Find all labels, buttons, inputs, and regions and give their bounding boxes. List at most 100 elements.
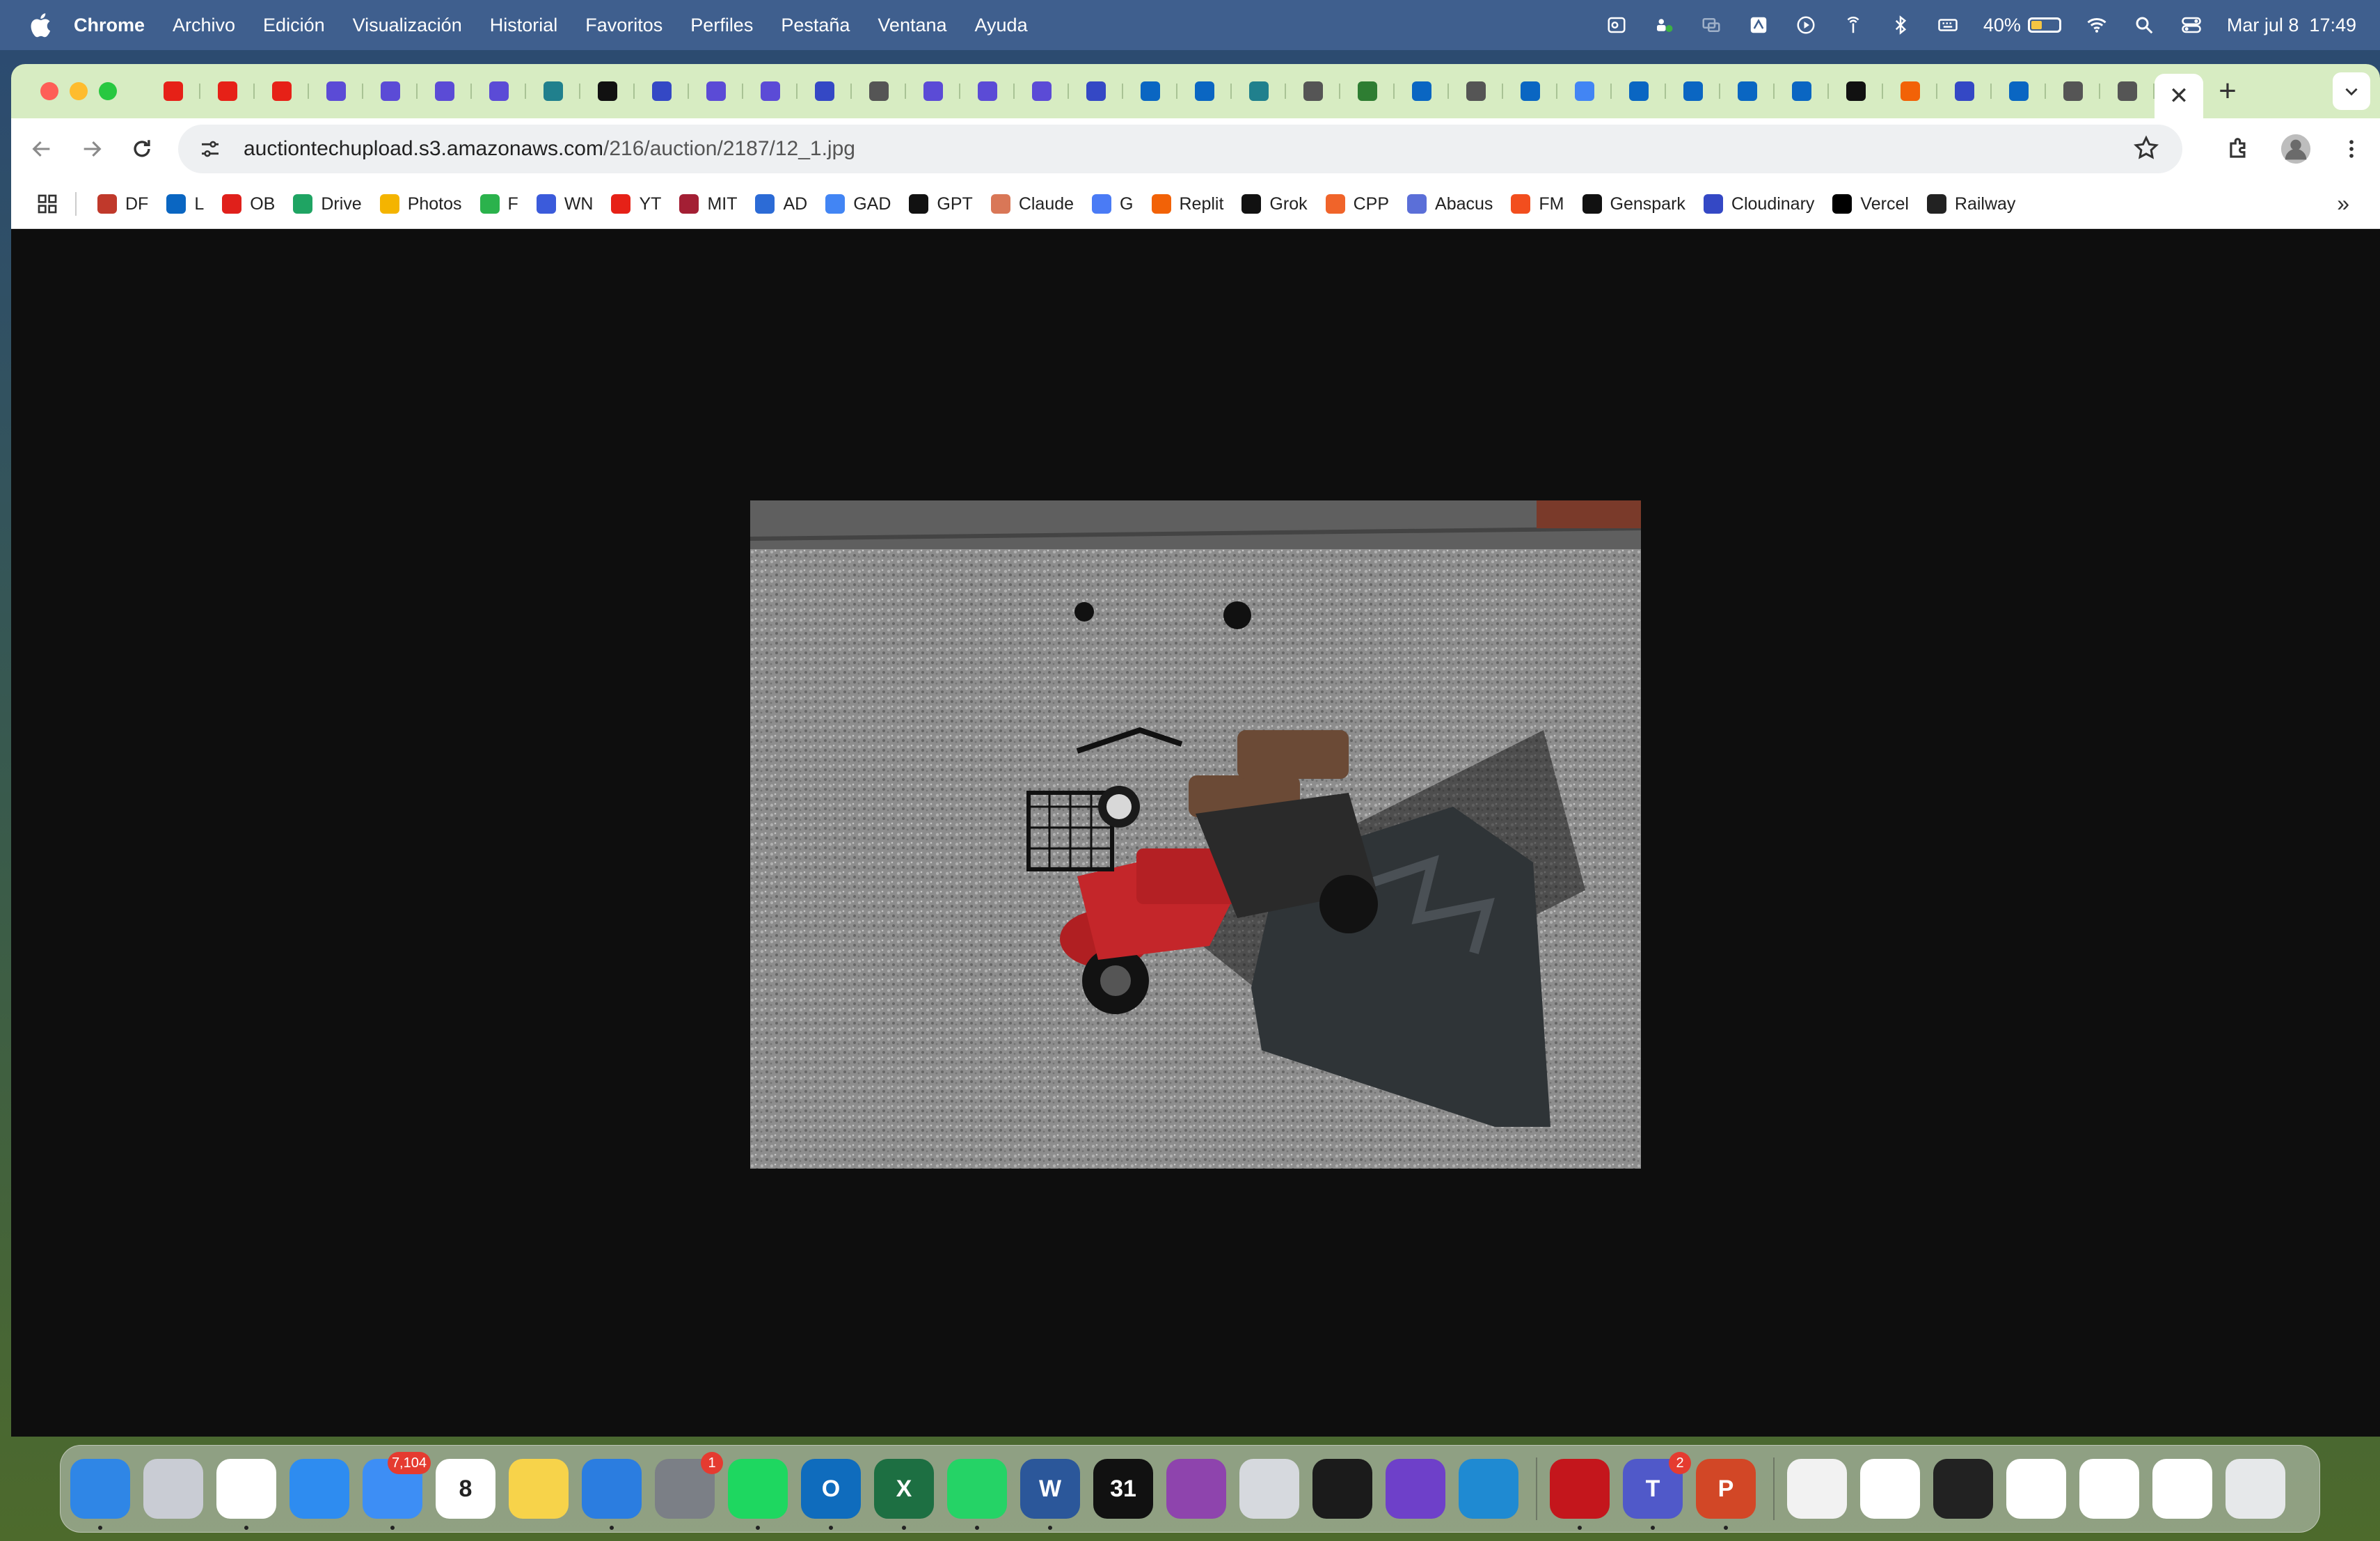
tab[interactable]	[200, 71, 255, 111]
teams-status-icon[interactable]	[1652, 15, 1676, 35]
tab[interactable]	[472, 71, 526, 111]
bookmark-gpt[interactable]: GPT	[909, 194, 973, 214]
tab[interactable]	[146, 71, 200, 111]
tab[interactable]	[743, 71, 798, 111]
bookmark-g[interactable]: G	[1092, 194, 1134, 214]
battery-indicator[interactable]: 40%	[1983, 15, 2061, 36]
screen-mirroring-icon[interactable]	[1699, 15, 1723, 35]
tab[interactable]	[1883, 71, 1937, 111]
dock-app-iphone-mirroring[interactable]	[1239, 1459, 1299, 1519]
bookmark-l[interactable]: L	[166, 194, 204, 214]
dock-app-teams[interactable]: T2	[1623, 1452, 1691, 1530]
bookmark-grok[interactable]: Grok	[1241, 194, 1308, 214]
menu-bar-clock[interactable]: Mar jul 8 17:49	[2227, 15, 2356, 36]
menu-pestana[interactable]: Pestaña	[781, 15, 850, 36]
dock-app-spotify[interactable]	[728, 1459, 788, 1530]
bookmark-railway[interactable]: Railway	[1926, 194, 2015, 214]
close-tab-icon[interactable]: ✕	[2169, 82, 2189, 110]
dock-app-vscode[interactable]	[1459, 1459, 1518, 1519]
menu-archivo[interactable]: Archivo	[173, 15, 235, 36]
more-vert-icon[interactable]	[2340, 137, 2363, 161]
menu-ventana[interactable]: Ventana	[878, 15, 946, 36]
wifi-icon[interactable]	[2085, 15, 2109, 35]
notes-status-icon[interactable]	[1747, 15, 1770, 35]
tab[interactable]	[1666, 71, 1720, 111]
dock-app-stack-doc-4[interactable]	[2152, 1459, 2212, 1519]
tab[interactable]	[1177, 71, 1232, 111]
play-circle-icon[interactable]	[1794, 15, 1818, 35]
tab[interactable]	[1123, 71, 1177, 111]
dock-app-github-desktop[interactable]	[1386, 1459, 1445, 1519]
dock-app-safari[interactable]	[289, 1459, 349, 1519]
outlook-status-icon[interactable]	[1605, 15, 1628, 35]
tab[interactable]	[1992, 71, 2046, 111]
bookmark-mit[interactable]: MIT	[679, 194, 737, 214]
tab[interactable]	[1612, 71, 1666, 111]
apple-logo-icon[interactable]	[28, 11, 51, 39]
dock-app-mail[interactable]: 7,104	[363, 1452, 431, 1530]
tab[interactable]	[1557, 71, 1612, 111]
bookmark-vercel[interactable]: Vercel	[1832, 194, 1909, 214]
dock-app-pdf-file[interactable]	[1787, 1459, 1847, 1519]
site-info-button[interactable]	[195, 134, 225, 164]
tab[interactable]	[635, 71, 689, 111]
back-button[interactable]	[17, 124, 67, 174]
bookmark-f[interactable]: F	[479, 194, 518, 214]
menu-perfiles[interactable]: Perfiles	[690, 15, 753, 36]
dock-app-calendar[interactable]: 8	[436, 1459, 495, 1519]
bookmark-fm[interactable]: FM	[1511, 194, 1564, 214]
bookmark-ob[interactable]: OB	[222, 194, 275, 214]
tab[interactable]	[526, 71, 580, 111]
tab[interactable]	[1720, 71, 1775, 111]
tab[interactable]	[960, 71, 1015, 111]
tab[interactable]	[309, 71, 363, 111]
tab[interactable]	[1069, 71, 1123, 111]
menu-edicion[interactable]: Edición	[263, 15, 325, 36]
dock-app-stack-doc-1[interactable]	[1860, 1459, 1920, 1519]
dock-app-finder[interactable]	[70, 1459, 130, 1530]
hotspot-icon[interactable]	[1841, 15, 1865, 35]
active-tab[interactable]: ✕	[2155, 74, 2203, 118]
spotlight-search-icon[interactable]	[2132, 15, 2156, 35]
tab[interactable]	[1829, 71, 1883, 111]
bookmark-abacus[interactable]: Abacus	[1407, 194, 1493, 214]
dock-app-system-settings[interactable]: 1	[655, 1452, 723, 1519]
address-bar[interactable]: auctiontechupload.s3.amazonaws.com/216/a…	[178, 125, 2182, 173]
dock-app-word[interactable]: W	[1020, 1459, 1080, 1530]
forward-button[interactable]	[67, 124, 117, 174]
bookmarks-overflow-button[interactable]: »	[2337, 191, 2349, 216]
dock-app-chrome[interactable]	[216, 1459, 276, 1530]
tab[interactable]	[1775, 71, 1829, 111]
menu-visualizacion[interactable]: Visualización	[353, 15, 462, 36]
dock-app-calendar-31[interactable]: 31	[1093, 1459, 1153, 1519]
new-tab-button[interactable]: +	[2203, 71, 2252, 111]
dock-app-stack-terminal[interactable]	[1933, 1459, 1993, 1519]
profile-avatar[interactable]	[2280, 133, 2312, 165]
tab[interactable]	[580, 71, 635, 111]
bookmark-star-icon[interactable]	[2132, 134, 2160, 162]
reload-button[interactable]	[117, 124, 167, 174]
tab[interactable]	[2100, 71, 2155, 111]
extensions-puzzle-icon[interactable]	[2226, 136, 2252, 162]
dock-app-acrobat[interactable]	[1550, 1459, 1610, 1530]
tab[interactable]	[798, 71, 852, 111]
dock-app-trash[interactable]	[2226, 1459, 2285, 1519]
dock-app-powerpoint[interactable]: P	[1696, 1459, 1756, 1530]
tab[interactable]	[363, 71, 418, 111]
bluetooth-icon[interactable]	[1889, 15, 1912, 35]
bookmark-photos[interactable]: Photos	[379, 194, 462, 214]
menu-ayuda[interactable]: Ayuda	[975, 15, 1028, 36]
dock-app-notes[interactable]	[509, 1459, 569, 1519]
tab[interactable]	[1015, 71, 1069, 111]
tab-search-button[interactable]	[2333, 72, 2370, 110]
dock-app-excel[interactable]: X	[874, 1459, 934, 1530]
bookmark-gad[interactable]: GAD	[825, 194, 891, 214]
menu-app-name[interactable]: Chrome	[74, 15, 145, 36]
apps-grid-button[interactable]	[32, 189, 63, 219]
control-center-icon[interactable]	[2180, 15, 2203, 35]
tab[interactable]	[255, 71, 309, 111]
tab[interactable]	[1937, 71, 1992, 111]
auction-photo[interactable]	[750, 500, 1641, 1169]
tab[interactable]	[689, 71, 743, 111]
keyboard-input-icon[interactable]	[1936, 15, 1960, 35]
